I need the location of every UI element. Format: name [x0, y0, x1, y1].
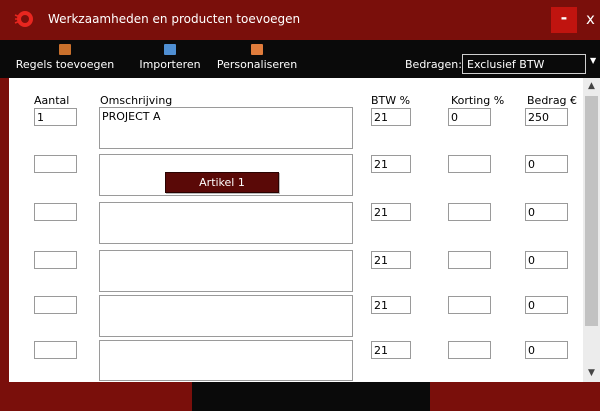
description-field[interactable] [99, 202, 353, 244]
column-header-amount: Bedrag € [527, 94, 578, 107]
description-field[interactable] [99, 250, 353, 292]
quantity-field[interactable] [34, 251, 77, 269]
amount-field[interactable]: 0 [525, 203, 568, 221]
vat-field[interactable]: 21 [371, 341, 411, 359]
app-logo-icon [14, 11, 33, 27]
add-rows-icon [59, 44, 71, 55]
vat-field[interactable]: 21 [371, 296, 411, 314]
article-suggestion-item[interactable]: Artikel 1 [165, 172, 279, 193]
discount-field[interactable] [448, 251, 491, 269]
amount-field[interactable]: 0 [525, 155, 568, 173]
column-header-description: Omschrijving [100, 94, 173, 107]
title-bar: Werkzaamheden en producten toevoegen - x [0, 0, 600, 40]
amount-field[interactable]: 250 [525, 108, 568, 126]
discount-field[interactable] [448, 341, 491, 359]
add-rows-button[interactable]: Regels toevoegen [4, 44, 126, 71]
vertical-scrollbar[interactable]: ▲ ▼ [583, 78, 600, 382]
amounts-select[interactable]: Exclusief BTW [462, 54, 586, 74]
personalize-icon [251, 44, 263, 55]
column-header-vat: BTW % [371, 94, 411, 107]
amounts-label: Bedragen: [405, 58, 462, 71]
close-button[interactable]: x [581, 7, 600, 33]
quantity-field[interactable]: 1 [34, 108, 77, 126]
quantity-field[interactable] [34, 296, 77, 314]
column-header-discount: Korting % [451, 94, 505, 107]
scroll-up-icon[interactable]: ▲ [583, 78, 600, 95]
personalize-label: Personaliseren [216, 58, 298, 71]
amount-field[interactable]: 0 [525, 296, 568, 314]
footer-panel [192, 382, 430, 411]
discount-field[interactable] [448, 155, 491, 173]
footer-bar [0, 382, 600, 411]
vat-field[interactable]: 21 [371, 251, 411, 269]
window-title: Werkzaamheden en producten toevoegen [48, 12, 301, 26]
scroll-thumb[interactable] [585, 96, 598, 326]
description-field[interactable] [99, 340, 353, 381]
add-rows-label: Regels toevoegen [15, 58, 115, 71]
discount-field[interactable] [448, 203, 491, 221]
quantity-field[interactable] [34, 203, 77, 221]
vat-field[interactable]: 21 [371, 203, 411, 221]
import-label: Importeren [139, 58, 201, 71]
quantity-field[interactable] [34, 341, 77, 359]
chevron-down-icon[interactable]: ▼ [590, 56, 596, 65]
vat-field[interactable]: 21 [371, 155, 411, 173]
column-header-quantity: Aantal [34, 94, 70, 107]
quantity-field[interactable] [34, 155, 77, 173]
minimize-button[interactable]: - [551, 7, 577, 33]
description-field[interactable] [99, 295, 353, 337]
import-icon [164, 44, 176, 55]
amount-field[interactable]: 0 [525, 341, 568, 359]
discount-field[interactable] [448, 296, 491, 314]
vat-field[interactable]: 21 [371, 108, 411, 126]
personalize-button[interactable]: Personaliseren [210, 44, 304, 71]
import-button[interactable]: Importeren [134, 44, 206, 71]
amount-field[interactable]: 0 [525, 251, 568, 269]
scroll-down-icon[interactable]: ▼ [583, 365, 600, 382]
dialog-window: Werkzaamheden en producten toevoegen - x… [0, 0, 600, 411]
discount-field[interactable]: 0 [448, 108, 491, 126]
description-field[interactable]: PROJECT A [99, 107, 353, 149]
window-border [0, 78, 9, 382]
